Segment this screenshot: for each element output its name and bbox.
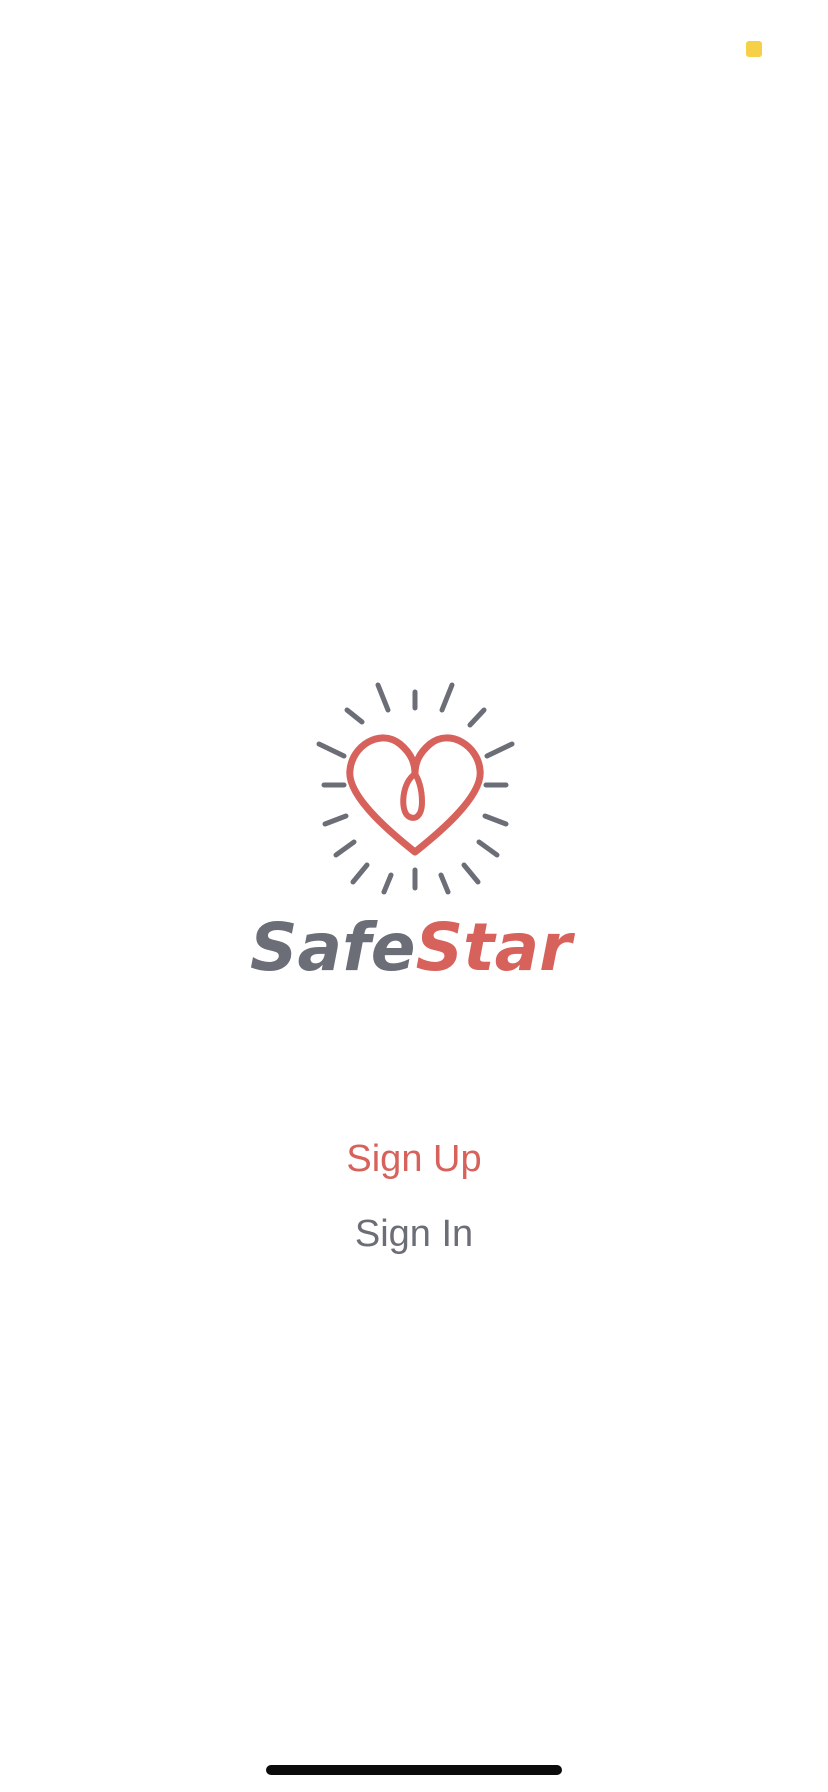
wordmark-safe: Safe: [250, 909, 416, 986]
wordmark-text: SafeStar: [250, 909, 575, 986]
sign-up-button[interactable]: Sign Up: [0, 1138, 828, 1181]
app-logo: SafeStar: [250, 670, 580, 990]
sign-in-button[interactable]: Sign In: [0, 1213, 828, 1256]
home-indicator-bar: [266, 1765, 562, 1775]
wordmark-star: Star: [416, 909, 576, 986]
status-indicator-dot: [746, 41, 762, 57]
heart-with-rays-icon: SafeStar: [250, 682, 575, 986]
